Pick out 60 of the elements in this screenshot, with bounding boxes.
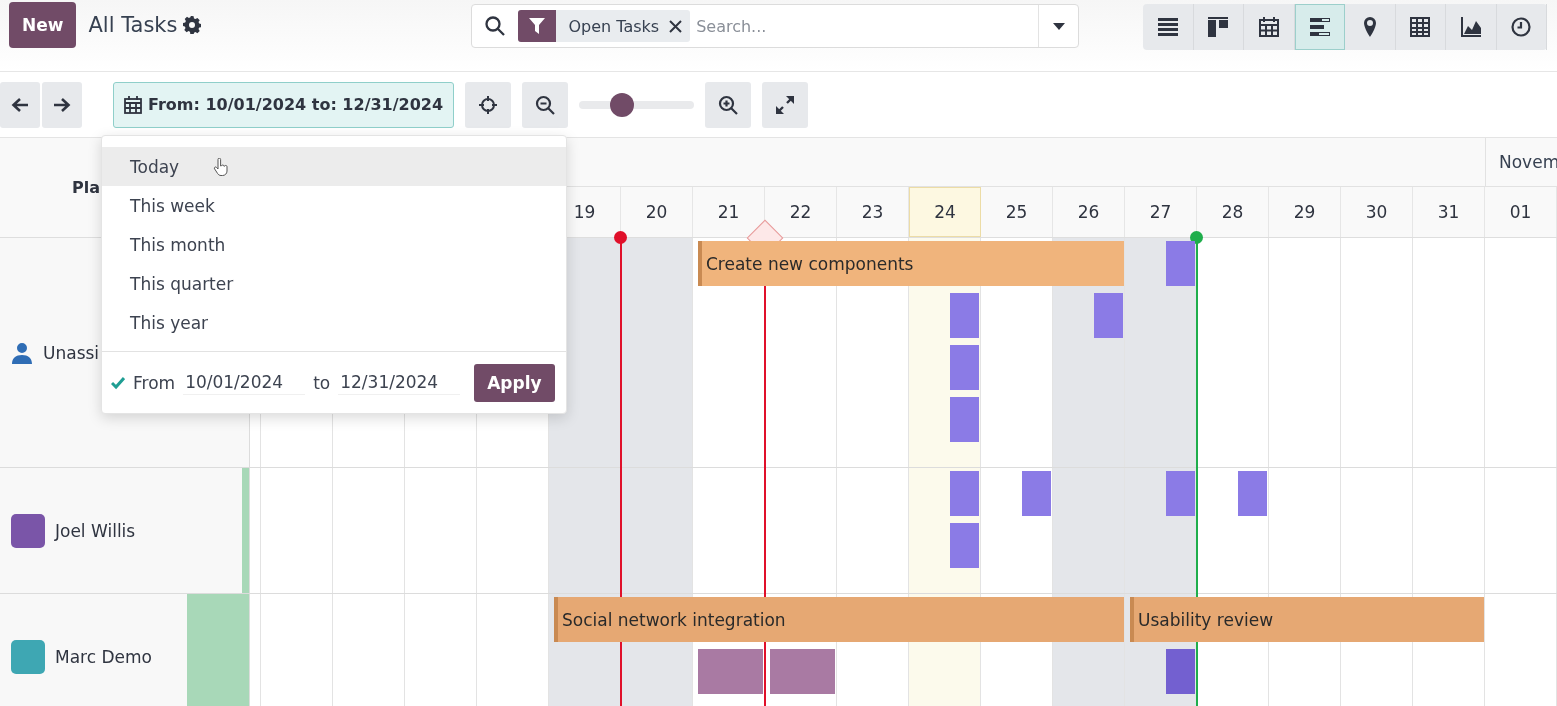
previous-button[interactable]: [0, 81, 40, 128]
settings-gear-icon[interactable]: [183, 16, 202, 34]
focus-today-button[interactable]: [465, 81, 512, 128]
day-header: 26: [1053, 187, 1125, 237]
arrow-left-icon: [11, 96, 29, 113]
search-bar[interactable]: Open Tasks Search...: [471, 4, 1080, 48]
calendar-icon: [1258, 17, 1279, 37]
day-header: 29: [1269, 187, 1341, 237]
zoom-in-button[interactable]: [705, 81, 752, 128]
apply-button[interactable]: Apply: [474, 363, 555, 402]
view-switch-button[interactable]: [1294, 4, 1345, 50]
kanban-view-icon: [1208, 17, 1229, 37]
date-range-button[interactable]: From: 10/01/2024 to: 12/31/2024: [113, 81, 455, 128]
close-icon[interactable]: [669, 19, 683, 33]
end-date-field[interactable]: 12/31/2024: [338, 370, 461, 395]
row-label: Joel Willis: [55, 521, 136, 541]
day-header: 31: [1413, 187, 1485, 237]
expand-icon: [775, 94, 796, 115]
filter-icon: [529, 18, 546, 34]
row-label: Marc Demo: [55, 647, 152, 667]
row-label: Unassi: [43, 343, 100, 363]
new-button[interactable]: New: [9, 2, 77, 48]
search-icon[interactable]: [485, 16, 506, 36]
arrow-right-icon: [53, 96, 71, 113]
crosshair-icon: [478, 94, 499, 115]
menu-item[interactable]: This year: [102, 303, 566, 342]
page-title: All Tasks: [88, 13, 178, 37]
day-header: 24: [909, 187, 981, 237]
menu-item[interactable]: Today: [102, 147, 566, 186]
task-bar[interactable]: Social network integration: [554, 597, 1124, 642]
expand-button[interactable]: [762, 81, 809, 128]
clock-icon: [1511, 17, 1532, 37]
zoom-slider[interactable]: [579, 94, 695, 115]
start-date-field[interactable]: 10/01/2024: [183, 370, 306, 395]
to-label: to: [313, 372, 331, 393]
task-bar[interactable]: Create new components: [698, 241, 1124, 286]
calendar-icon: [124, 95, 142, 114]
next-button[interactable]: [42, 81, 82, 128]
list-view-icon: [1157, 17, 1178, 37]
area-chart-icon: [1460, 17, 1481, 37]
from-label: From: [133, 372, 176, 393]
avatar-placeholder: [11, 640, 45, 674]
avatar-placeholder: [11, 514, 45, 548]
day-header: 01: [1485, 187, 1557, 237]
table-grid-icon: [1410, 17, 1431, 37]
menu-item[interactable]: This quarter: [102, 264, 566, 303]
zoom-in-icon: [718, 94, 739, 115]
task-bar[interactable]: Usability review: [1130, 597, 1484, 642]
day-header: 25: [981, 187, 1053, 237]
facet-label: Open Tasks: [567, 16, 661, 36]
zoom-out-button[interactable]: [522, 81, 569, 128]
zoom-out-icon: [535, 94, 556, 115]
gantt-chart-icon: [1309, 17, 1330, 37]
day-header: 30: [1341, 187, 1413, 237]
search-input[interactable]: Search...: [690, 15, 1039, 37]
caret-icon: [1052, 22, 1065, 30]
month-header: Novem: [1485, 138, 1557, 186]
person-icon: [11, 342, 33, 364]
column-header: Pla: [72, 178, 100, 197]
hand-pointer-icon: [213, 157, 230, 176]
